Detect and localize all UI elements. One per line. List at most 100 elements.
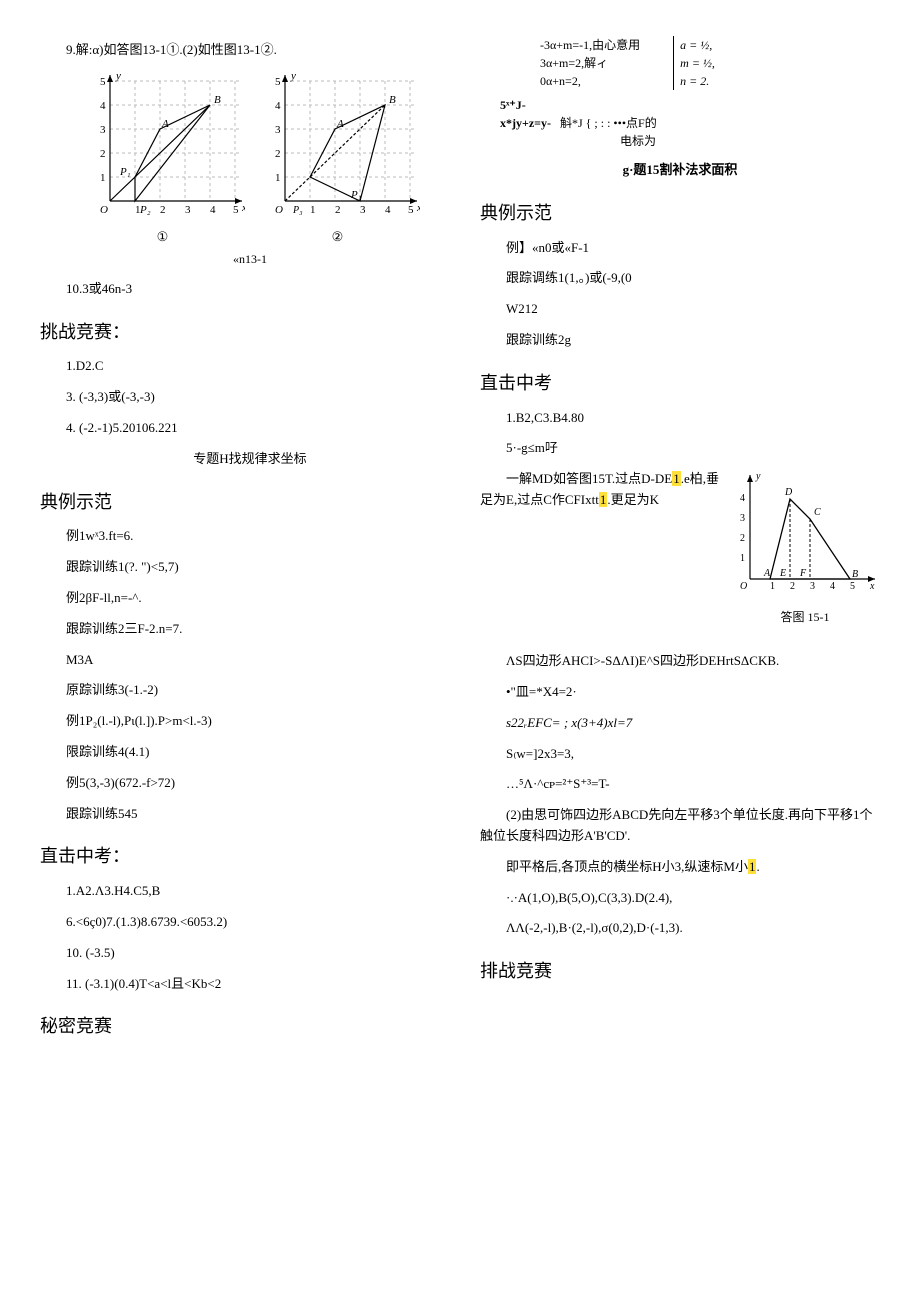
heading-challenge: 挑战竞赛： — [40, 318, 460, 347]
svg-text:P₂: P₂ — [139, 204, 151, 216]
heading-secret: 秘密竞赛 — [40, 1012, 460, 1041]
caption-1: ① — [80, 227, 245, 248]
svg-text:A: A — [763, 568, 771, 579]
challenge-4: 4. (-2.-1)5.20106.221 — [40, 418, 460, 439]
svg-text:E: E — [779, 568, 786, 579]
svg-text:5: 5 — [100, 76, 106, 88]
svg-text:3: 3 — [360, 204, 366, 216]
z6: s22ᵣEFC= ; x(3+4)xl=7 — [480, 713, 880, 734]
topic-g: g·题15割补法求面积 — [480, 160, 880, 181]
heading-example-left: 典例示范 — [40, 488, 460, 517]
svg-text:2: 2 — [275, 148, 281, 160]
exam-3: 10. (-3.5) — [40, 943, 460, 964]
svg-text:1: 1 — [770, 581, 775, 592]
svg-text:2: 2 — [740, 533, 745, 544]
exam-2: 6.<6ç0)7.(1.3)8.6739.<6053.2) — [40, 912, 460, 933]
z7: S₍w=]2x3=3, — [480, 744, 880, 765]
svg-text:x: x — [416, 202, 420, 214]
exam-1: 1.A2.Λ3.H4.C5,B — [40, 881, 460, 902]
diagram-main-caption: «n13-1 — [40, 250, 460, 269]
heading-exam-right: 直击中考 — [480, 369, 880, 398]
svg-text:C: C — [814, 507, 821, 518]
ex-4: 跟踪训练2三F-2.n=7. — [40, 619, 460, 640]
diagram-row: O 12 34 5x 12 34 5y A B P₁ P₂ — [40, 71, 460, 221]
z1: 1.B2,C3.B4.80 — [480, 408, 880, 429]
left-column: 9.解:α)如答图13-1①.(2)如性图13-1②. O — [40, 30, 460, 1051]
challenge-1: 1.D2.C — [40, 356, 460, 377]
ex-1: 例1wˣ3.ft=6. — [40, 526, 460, 547]
z5: •"皿=*X4=2· — [480, 682, 880, 703]
exam-4: 11. (-3.1)(0.4)T<a<l且<Kb<2 — [40, 974, 460, 995]
svg-text:P₁: P₁ — [119, 166, 131, 178]
ex-7: 例1P₂(l.-l),Pι(l.]).P>m<l.-3) — [40, 711, 460, 732]
z4: ΛS四边形AHCI>-SΔΛI)E^S四边形DEHrtSΔCKB. — [480, 651, 880, 672]
eq2-mid: 斛*J { ; : : •••点F的 — [560, 116, 657, 130]
right-column: -3α+m=-1,由心意用 3α+m=2,解ィ 0α+n=2, a = ½, m… — [480, 30, 880, 1051]
svg-text:4: 4 — [210, 204, 216, 216]
svg-text:B: B — [214, 94, 221, 106]
svg-text:A: A — [161, 118, 169, 130]
svg-text:O: O — [275, 204, 283, 216]
svg-text:A: A — [336, 118, 344, 130]
eq1-result: a = ½, m = ½, n = 2. — [673, 36, 715, 90]
eq1-line1: -3α+m=-1,由心意用 — [540, 38, 640, 52]
eq2-line2: x*jy+z=y- — [500, 116, 551, 130]
figure-15-1-svg: O 12 34 5x 12 34 y A D C B E F — [730, 469, 880, 599]
ex-9: 例5(3,-3)(672.-f>72) — [40, 773, 460, 794]
svg-text:B: B — [852, 569, 858, 580]
ex-5: M3A — [40, 650, 460, 671]
svg-text:2: 2 — [100, 148, 106, 160]
svg-text:1: 1 — [275, 172, 281, 184]
svg-text:D: D — [784, 487, 793, 498]
svg-text:2: 2 — [335, 204, 341, 216]
svg-text:x: x — [241, 202, 245, 214]
svg-text:F: F — [799, 568, 807, 579]
svg-text:5: 5 — [275, 76, 281, 88]
grid-diagram-2: O P₃ 12 34 5x 12 34 5y A B P₁ — [255, 71, 420, 221]
svg-text:4: 4 — [100, 100, 106, 112]
svg-text:y: y — [115, 71, 121, 82]
svg-text:5: 5 — [408, 204, 414, 216]
svg-text:y: y — [290, 71, 296, 82]
d2: 跟踪调练1(1,。)或(-9,(0 — [480, 268, 880, 289]
svg-text:O: O — [740, 581, 747, 592]
caption-2: ② — [255, 227, 420, 248]
heading-exam-left: 直击中考： — [40, 842, 460, 871]
ex-2: 跟踪训练1(?. ")<5,7) — [40, 557, 460, 578]
item-10: 10.3或46n-3 — [40, 279, 460, 300]
ex-6: 原踪训练3(-1.-2) — [40, 680, 460, 701]
z9: (2)由思可饰四边形ABCD先向左平移3个单位长度.再向下平移1个触位长度科四边… — [480, 805, 880, 847]
diagram-subcaptions: ① ② — [40, 227, 460, 248]
eq2-line3: 电标为 — [500, 134, 656, 148]
svg-text:4: 4 — [275, 100, 281, 112]
d4: 跟踪训练2g — [480, 330, 880, 351]
svg-text:3: 3 — [185, 204, 191, 216]
heading-pai: 排战竞赛 — [480, 957, 880, 986]
ex-8: 限踪训练4(4.1) — [40, 742, 460, 763]
svg-text:3: 3 — [100, 124, 106, 136]
svg-text:2: 2 — [160, 204, 166, 216]
z10: 即平格后,各顶点的横坐标H小3,纵速标M小1. — [480, 857, 880, 878]
svg-text:3: 3 — [275, 124, 281, 136]
d1: 例】«n0或«F-1 — [480, 238, 880, 259]
svg-text:5: 5 — [233, 204, 239, 216]
eq2-line1: 5ˣ⁺J- — [500, 98, 526, 112]
z8: …⁵Λ·^cᴘ=²⁺S⁺³=T- — [480, 774, 880, 795]
svg-text:4: 4 — [830, 581, 835, 592]
svg-text:4: 4 — [740, 493, 745, 504]
svg-text:3: 3 — [810, 581, 815, 592]
figure-15-1-block: O 12 34 5x 12 34 y A D C B E F — [480, 469, 880, 641]
ex-3: 例2βF-ll,n=-^. — [40, 588, 460, 609]
svg-text:4: 4 — [385, 204, 391, 216]
svg-text:1: 1 — [310, 204, 316, 216]
svg-text:1: 1 — [100, 172, 106, 184]
highlight-1: 1 — [672, 471, 681, 486]
challenge-3: 3. (-3,3)或(-3,-3) — [40, 387, 460, 408]
equation-block-2: 5ˣ⁺J- x*jy+z=y- 斛*J { ; : : •••点F的 电标为 — [480, 96, 880, 150]
z11: ·.·A(1,O),B(5,O),C(3,3).D(2.4), — [480, 888, 880, 909]
svg-text:B: B — [389, 94, 396, 106]
grid-diagram-1: O 12 34 5x 12 34 5y A B P₁ P₂ — [80, 71, 245, 221]
figure-15-1: O 12 34 5x 12 34 y A D C B E F — [730, 469, 880, 635]
equation-system-1: -3α+m=-1,由心意用 3α+m=2,解ィ 0α+n=2, a = ½, m… — [480, 36, 880, 90]
svg-text:5: 5 — [850, 581, 855, 592]
